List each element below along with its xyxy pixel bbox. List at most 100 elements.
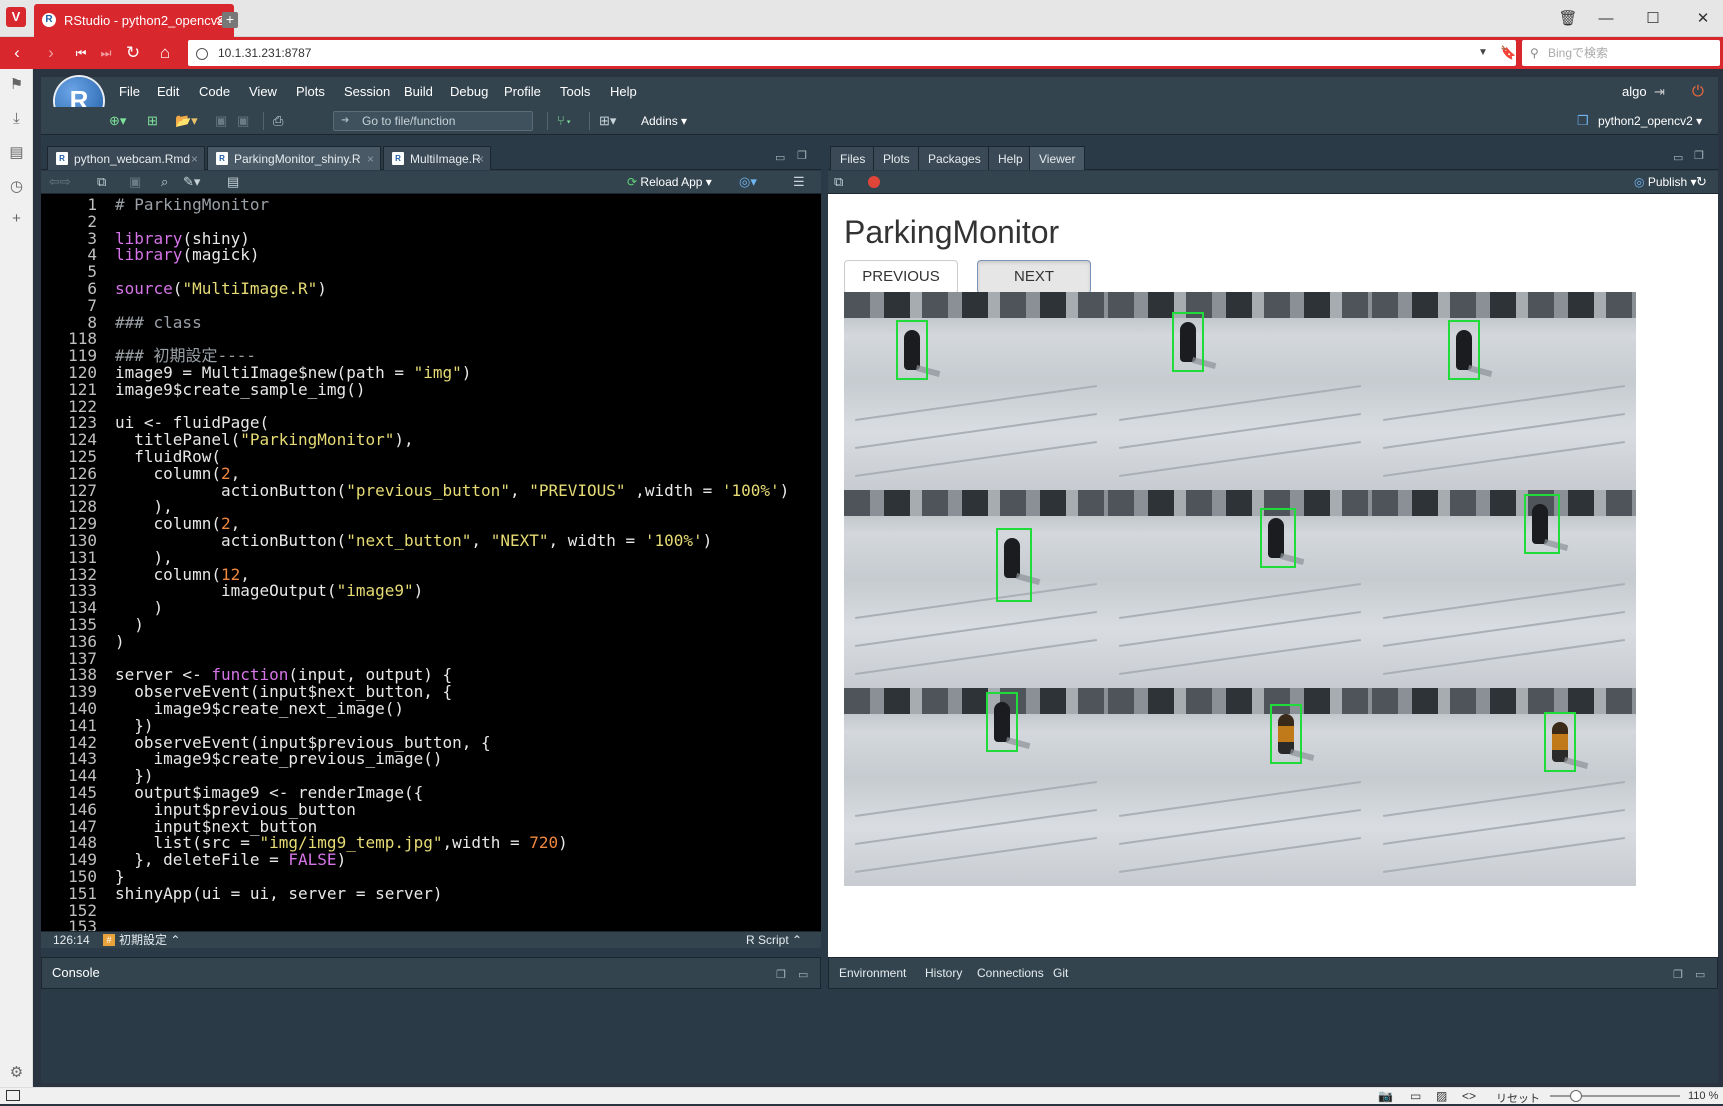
site-info-icon[interactable] — [196, 48, 208, 60]
maximize-pane-icon[interactable]: ▭ — [1695, 968, 1705, 982]
search-field[interactable]: Bingで検索 — [1522, 40, 1720, 66]
zoom-slider-handle[interactable] — [1570, 1090, 1582, 1102]
tab-packages[interactable]: Packages — [918, 146, 991, 170]
code-line[interactable]: }) — [115, 717, 153, 734]
file-type-selector[interactable]: R Script ⌃ — [746, 932, 802, 948]
show-in-new-window-icon[interactable]: ⧉ — [834, 172, 843, 192]
console-pane[interactable]: Console ❐ ▭ — [41, 957, 821, 989]
vcs-icon[interactable]: ⑂▾ — [557, 111, 573, 131]
save-file-icon[interactable]: ▣ — [129, 172, 141, 192]
tab-python-webcam[interactable]: R python_webcam.Rmd × — [47, 146, 205, 170]
minimize-button[interactable]: — — [1593, 6, 1619, 32]
outline-icon[interactable]: ☰ — [793, 172, 805, 192]
code-line[interactable]: column(12, — [115, 566, 250, 583]
menu-profile[interactable]: Profile — [504, 77, 541, 107]
code-line[interactable]: actionButton("previous_button", "PREVIOU… — [115, 482, 789, 499]
menu-help[interactable]: Help — [610, 77, 637, 107]
code-line[interactable]: image9$create_next_image() — [115, 700, 404, 717]
code-line[interactable]: ) — [115, 599, 164, 616]
minimize-pane-icon[interactable]: ▭ — [1673, 151, 1683, 165]
settings-gear-icon[interactable]: ⚙ — [0, 1059, 33, 1087]
code-line[interactable]: image9$create_sample_img() — [115, 381, 365, 398]
vivaldi-logo-icon[interactable]: V — [6, 7, 26, 27]
panel-toggle-icon[interactable] — [6, 1090, 20, 1101]
menu-build[interactable]: Build — [404, 77, 433, 107]
code-icon[interactable]: <> — [1462, 1089, 1476, 1103]
tab-close-icon[interactable]: × — [367, 147, 374, 171]
code-line[interactable]: column(2, — [115, 515, 241, 532]
code-line[interactable]: titlePanel("ParkingMonitor"), — [115, 431, 413, 448]
camera-icon[interactable]: 📷 — [1378, 1089, 1393, 1103]
minimize-pane-icon[interactable]: ❐ — [776, 968, 786, 982]
address-bar[interactable]: 10.1.31.231:8787 — [188, 40, 1516, 66]
trash-icon[interactable]: 🗑 — [1555, 6, 1581, 32]
home-icon[interactable]: ⌂ — [152, 37, 178, 69]
new-project-icon[interactable]: ⊞ — [147, 111, 158, 131]
publish-button[interactable]: ◎ Publish ▾ — [1634, 172, 1697, 192]
print-icon[interactable]: ⎙ — [273, 111, 283, 131]
menu-file[interactable]: File — [119, 77, 140, 107]
code-line[interactable]: ) — [115, 633, 125, 650]
menu-edit[interactable]: Edit — [157, 77, 179, 107]
open-file-icon[interactable]: 📂▾ — [175, 111, 198, 131]
reload-icon[interactable]: ↻ — [120, 37, 146, 69]
back-forward-icon[interactable]: ⇦⇨ — [49, 172, 71, 192]
downloads-panel-icon[interactable]: ⤓ — [0, 105, 33, 133]
add-panel-icon[interactable]: + — [0, 205, 33, 233]
sign-out-icon[interactable]: ⇥ — [1654, 77, 1665, 107]
addins-menu[interactable]: Addins ▾ — [641, 111, 687, 131]
new-tab-button[interactable]: + — [222, 12, 238, 28]
code-line[interactable]: }, deleteFile = FALSE) — [115, 851, 346, 868]
tab-close-icon[interactable]: × — [477, 147, 484, 171]
menu-session[interactable]: Session — [344, 77, 390, 107]
notes-panel-icon[interactable]: ▤ — [0, 139, 33, 167]
code-line[interactable]: fluidRow( — [115, 448, 221, 465]
maximize-pane-icon[interactable]: ❐ — [1694, 149, 1704, 163]
code-line[interactable]: input$next_button — [115, 818, 318, 835]
save-all-icon[interactable]: ▣ — [237, 111, 249, 131]
minimize-pane-icon[interactable]: ❐ — [1673, 968, 1683, 982]
tab-history[interactable]: History — [925, 958, 962, 988]
new-file-icon[interactable]: ⊕▾ — [109, 111, 126, 131]
image-icon[interactable]: ▨ — [1436, 1089, 1447, 1103]
tab-parkingmonitor-shiny[interactable]: R ParkingMonitor_shiny.R × — [207, 146, 381, 170]
minimize-pane-icon[interactable]: ▭ — [775, 151, 785, 165]
compile-report-icon[interactable]: ▤ — [227, 172, 239, 192]
window-icon[interactable]: ▭ — [1410, 1089, 1421, 1103]
code-line[interactable]: ui <- fluidPage( — [115, 414, 269, 431]
code-line[interactable]: image9 = MultiImage$new(path = "img") — [115, 364, 471, 381]
section-selector[interactable]: 初期設定 ⌃ — [119, 932, 180, 948]
rewind-icon[interactable]: ⏮ — [68, 37, 94, 69]
tab-help[interactable]: Help — [988, 146, 1033, 170]
browser-tab[interactable]: RStudio - python2_opencv2 — [34, 4, 234, 37]
code-line[interactable]: server <- function(input, output) { — [115, 666, 452, 683]
tab-multiimage[interactable]: R MultiImage.R × — [383, 146, 491, 170]
code-line[interactable]: ), — [115, 498, 173, 515]
code-line[interactable]: ### 初期設定---- — [115, 347, 256, 364]
maximize-button[interactable]: ☐ — [1640, 6, 1666, 32]
menu-code[interactable]: Code — [199, 77, 230, 107]
code-line[interactable]: actionButton("next_button", "NEXT", widt… — [115, 532, 712, 549]
chevron-down-icon[interactable]: ▼ — [1478, 40, 1494, 66]
code-line[interactable]: column(2, — [115, 465, 241, 482]
tab-viewer[interactable]: Viewer — [1029, 146, 1086, 170]
menu-debug[interactable]: Debug — [450, 77, 488, 107]
next-button[interactable]: NEXT — [977, 260, 1091, 294]
back-icon[interactable]: ‹ — [4, 37, 30, 69]
code-editor[interactable]: 1 # ParkingMonitor 2 3 library(shiny) 4 librar… — [41, 194, 821, 935]
pane-layout-icon[interactable]: ⊞▾ — [599, 111, 616, 131]
history-panel-icon[interactable]: ◷ — [0, 173, 33, 201]
reload-app-button[interactable]: ⟳ Reload App ▾ — [627, 172, 712, 192]
maximize-pane-icon[interactable]: ▭ — [798, 968, 808, 982]
forward-icon[interactable]: › — [38, 37, 64, 69]
tab-plots[interactable]: Plots — [873, 146, 920, 170]
code-line[interactable]: output$image9 <- renderImage({ — [115, 784, 423, 801]
tab-files[interactable]: Files — [830, 146, 876, 170]
close-window-button[interactable]: ✕ — [1690, 6, 1716, 32]
menu-tools[interactable]: Tools — [560, 77, 590, 107]
publish-icon[interactable]: ◎▾ — [739, 172, 757, 192]
maximize-pane-icon[interactable]: ❐ — [797, 149, 807, 163]
code-line[interactable]: shinyApp(ui = ui, server = server) — [115, 885, 443, 902]
save-icon[interactable]: ▣ — [215, 111, 227, 131]
stop-icon[interactable] — [868, 176, 880, 188]
